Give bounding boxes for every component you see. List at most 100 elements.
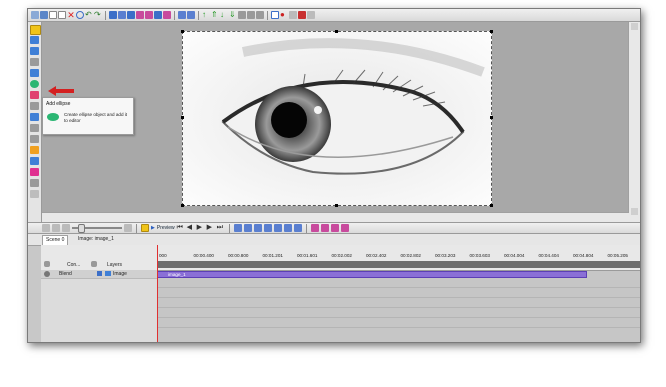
tools-palette (28, 22, 42, 222)
circle-icon[interactable] (76, 11, 84, 19)
keyframe-menu-icon[interactable] (340, 224, 349, 232)
play-button-icon[interactable]: ▶ (197, 224, 205, 232)
zoom-slider-thumb[interactable] (78, 224, 85, 233)
timeline-tracks[interactable]: 000 00:00.400 00:00.800 00:01.201 00:01.601 0… (157, 245, 640, 342)
select-tool-icon[interactable] (30, 25, 41, 35)
image-tool-icon[interactable] (30, 47, 39, 55)
undo-icon[interactable]: ↶ (85, 11, 93, 19)
resize-handle[interactable] (335, 204, 338, 207)
blend-label[interactable]: Blend (59, 271, 72, 277)
video-tool-icon[interactable] (30, 113, 39, 121)
ruler-tick-label: 000 (159, 253, 167, 258)
loop-icon[interactable] (263, 224, 272, 232)
resize-handle[interactable] (335, 30, 338, 33)
previous-frame-icon[interactable]: ◀ (187, 224, 195, 232)
zoom-fit-icon[interactable] (62, 224, 70, 232)
effect-icon[interactable] (283, 224, 292, 232)
timeline-clip[interactable]: image_1 (157, 271, 587, 278)
align-right-icon[interactable] (127, 11, 135, 19)
ellipse-tool-icon[interactable] (30, 80, 39, 88)
transition-icon[interactable] (273, 224, 282, 232)
cursor-icon[interactable] (31, 11, 39, 19)
scroll-down-icon[interactable] (631, 208, 638, 215)
text-box-icon[interactable] (271, 11, 279, 19)
freehand-tool-icon[interactable] (30, 102, 39, 110)
resize-handle[interactable] (181, 116, 184, 119)
audio-icon[interactable] (293, 224, 302, 232)
eye-icon[interactable] (44, 271, 50, 277)
record-icon[interactable]: ● (280, 11, 288, 19)
align-center-icon[interactable] (118, 11, 126, 19)
lock-column-icon[interactable] (91, 261, 97, 267)
next-frame-icon[interactable]: ▶ (207, 224, 215, 232)
track-row[interactable]: Blend Image (41, 270, 157, 279)
move-up-icon[interactable]: ↑ (202, 11, 210, 19)
keyframe-icon[interactable] (310, 224, 319, 232)
subtitle-tool-icon[interactable] (30, 157, 39, 165)
resize-handle[interactable] (181, 204, 184, 207)
scroll-up-icon[interactable] (631, 23, 638, 30)
pen-tool-icon[interactable] (30, 135, 39, 143)
copy-icon[interactable] (49, 11, 57, 19)
zoom-in-icon[interactable] (42, 224, 50, 232)
move-top-icon[interactable]: ⇑ (211, 11, 219, 19)
ungroup-icon[interactable] (247, 11, 255, 19)
align-top-icon[interactable] (136, 11, 144, 19)
horizontal-scrollbar[interactable] (41, 212, 629, 222)
text-tool-icon[interactable] (30, 36, 39, 44)
align-middle-icon[interactable] (145, 11, 153, 19)
line-tool-icon[interactable] (30, 58, 39, 66)
zoom-plus-icon[interactable] (124, 224, 132, 232)
settings-dropdown-icon[interactable] (307, 11, 315, 19)
playhead[interactable] (157, 245, 158, 342)
first-frame-icon[interactable]: ⏮ (177, 224, 185, 232)
rectangle-tool-icon[interactable] (30, 69, 39, 77)
stretch-icon[interactable] (187, 11, 195, 19)
vertical-scrollbar[interactable] (628, 22, 640, 222)
snapshot-icon[interactable] (141, 224, 149, 232)
track-name[interactable]: Image (113, 271, 127, 277)
align-left-icon[interactable] (109, 11, 117, 19)
tab-scene-0[interactable]: Scene 0 (42, 235, 69, 245)
ruler-tick-label: 00:05.205 (607, 253, 628, 258)
zoom-slider[interactable] (72, 224, 122, 233)
group-icon[interactable] (238, 11, 246, 19)
expand-icon[interactable] (97, 271, 102, 276)
resize-handle[interactable] (490, 30, 493, 33)
split-icon[interactable] (243, 224, 252, 232)
delete-icon[interactable]: ✕ (67, 11, 75, 20)
preview-button[interactable]: ▶ Preview (151, 225, 175, 231)
flag-icon[interactable] (298, 11, 306, 19)
keyframe-add-icon[interactable] (320, 224, 329, 232)
text-art-tool-icon[interactable] (30, 146, 39, 154)
time-ruler[interactable]: 000 00:00.400 00:00.800 00:01.201 00:01.601 0… (157, 245, 640, 271)
align-bottom-icon[interactable] (154, 11, 162, 19)
new-file-icon[interactable] (40, 11, 48, 19)
music-tool-icon[interactable] (30, 168, 39, 176)
toolbar-separator (198, 10, 199, 20)
keyframe-remove-icon[interactable] (330, 224, 339, 232)
eye-image[interactable] (182, 31, 492, 206)
breadcrumb[interactable]: Image: image_1 (78, 235, 114, 244)
lock-icon[interactable] (256, 11, 264, 19)
resize-handle[interactable] (181, 30, 184, 33)
frame-icon[interactable] (289, 11, 297, 19)
distribute-icon[interactable] (163, 11, 171, 19)
move-tool-icon[interactable] (30, 190, 39, 198)
visibility-icon[interactable] (44, 261, 50, 267)
resize-handle[interactable] (490, 204, 493, 207)
shape-tool-icon[interactable] (30, 91, 39, 99)
list-tool-icon[interactable] (30, 179, 39, 187)
marker-icon[interactable] (233, 224, 242, 232)
resize-handle[interactable] (490, 116, 493, 119)
zoom-out-icon[interactable] (52, 224, 60, 232)
ruler-scrub-bar[interactable] (157, 261, 640, 268)
move-down-icon[interactable]: ↓ (220, 11, 228, 19)
redo-icon[interactable]: ↷ (94, 11, 102, 19)
move-bottom-icon[interactable]: ⇓ (229, 11, 237, 19)
trim-icon[interactable] (253, 224, 262, 232)
last-frame-icon[interactable]: ⏭ (217, 224, 225, 232)
chart-tool-icon[interactable] (30, 124, 39, 132)
fit-icon[interactable] (178, 11, 186, 19)
paste-icon[interactable] (58, 11, 66, 19)
